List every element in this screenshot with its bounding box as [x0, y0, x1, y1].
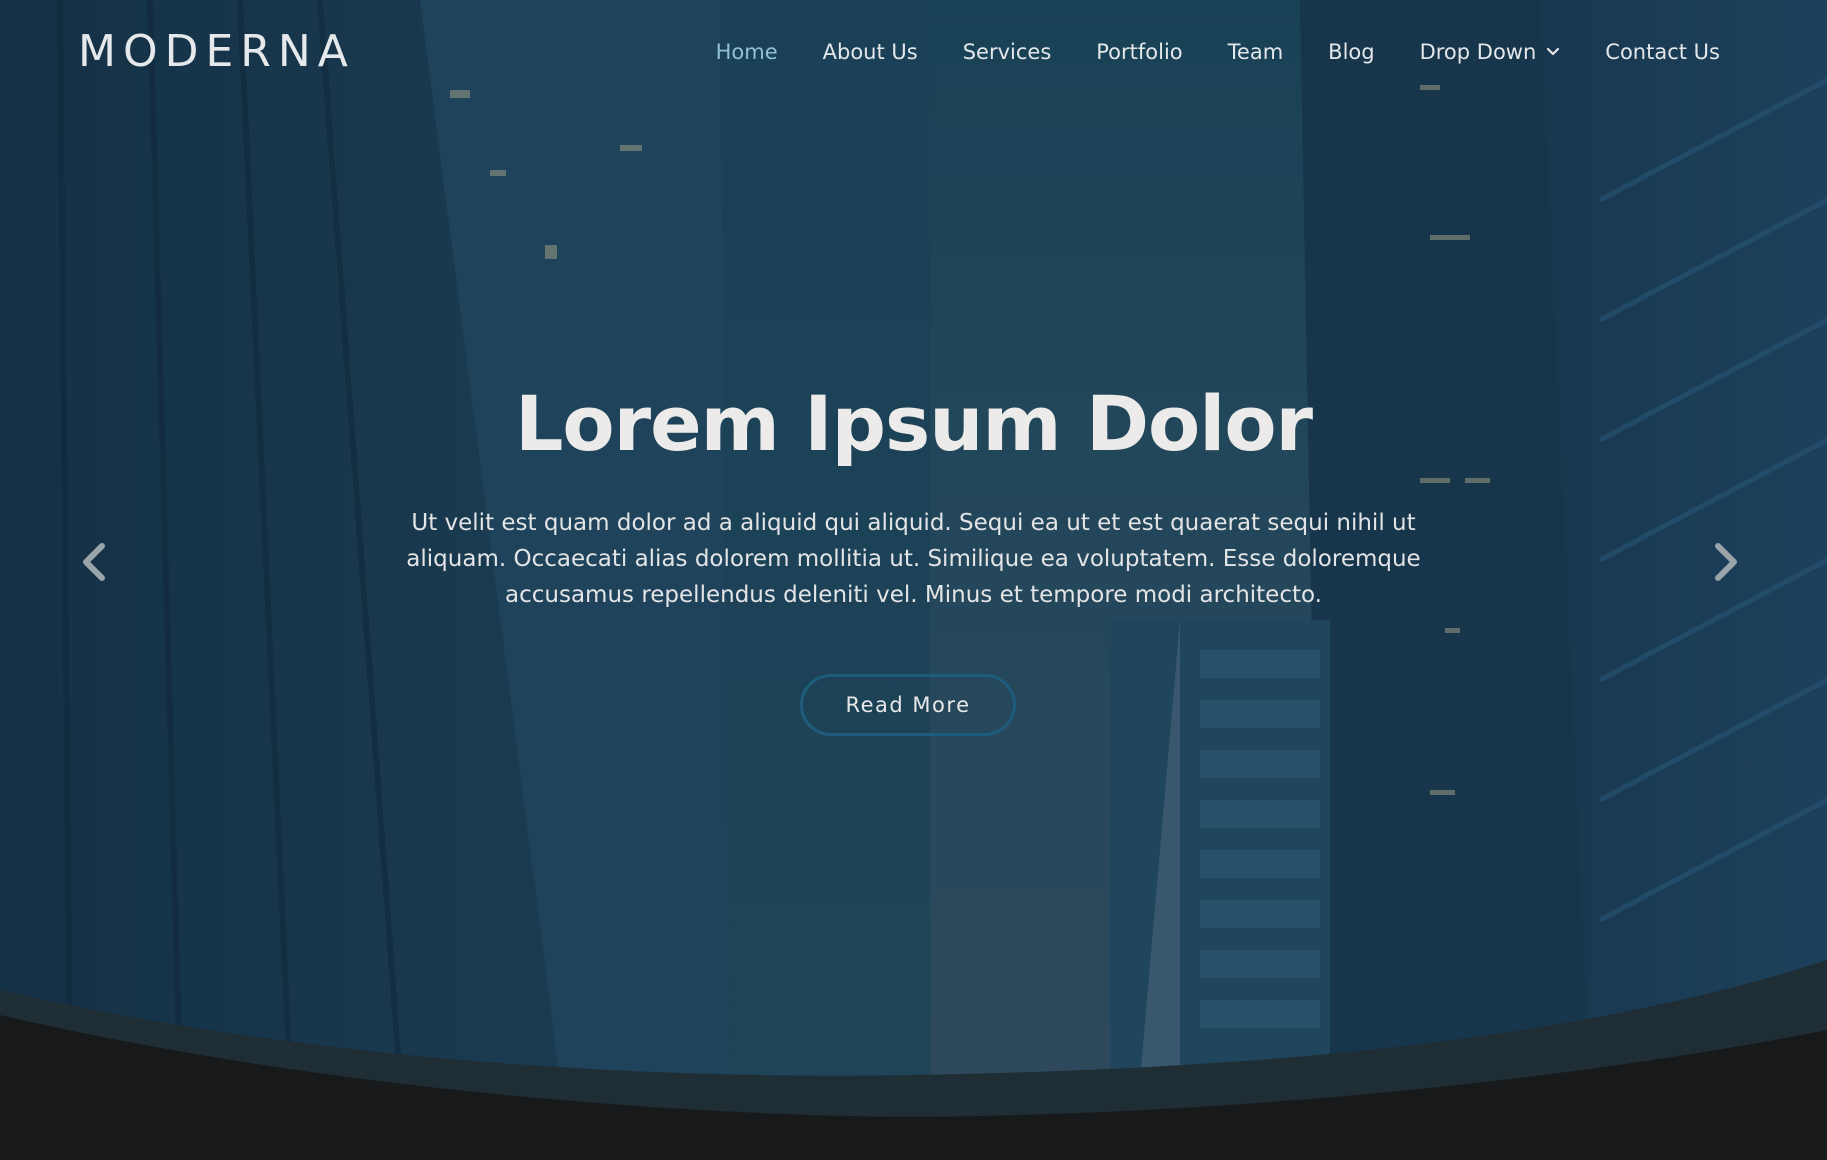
main-nav: Home About Us Services Portfolio Team Bl… [671, 36, 1720, 68]
chevron-right-icon[interactable] [1704, 540, 1744, 584]
nav-item-drop-down[interactable]: Drop Down [1420, 36, 1561, 68]
nav-item-blog[interactable]: Blog [1328, 36, 1374, 68]
chevron-left-icon[interactable] [76, 540, 116, 584]
hero-description: Ut velit est quam dolor ad a aliquid qui… [406, 510, 1421, 608]
read-more-button[interactable]: Read More [800, 674, 1016, 736]
nav-item-team[interactable]: Team [1228, 36, 1284, 68]
page: MODERNA Home About Us Services Portfolio… [0, 0, 1827, 1160]
nav-item-portfolio[interactable]: Portfolio [1096, 36, 1182, 68]
nav-item-drop-down-label: Drop Down [1419, 40, 1537, 64]
nav-item-home[interactable]: Home [716, 36, 778, 68]
nav-item-services[interactable]: Services [963, 36, 1052, 68]
hero-title: Lorem Ipsum Dolor [514, 379, 1313, 468]
nav-item-about-us[interactable]: About Us [823, 36, 918, 68]
nav-item-contact-us[interactable]: Contact Us [1605, 36, 1720, 68]
site-logo[interactable]: MODERNA [78, 24, 355, 80]
chevron-down-icon [1547, 47, 1560, 56]
